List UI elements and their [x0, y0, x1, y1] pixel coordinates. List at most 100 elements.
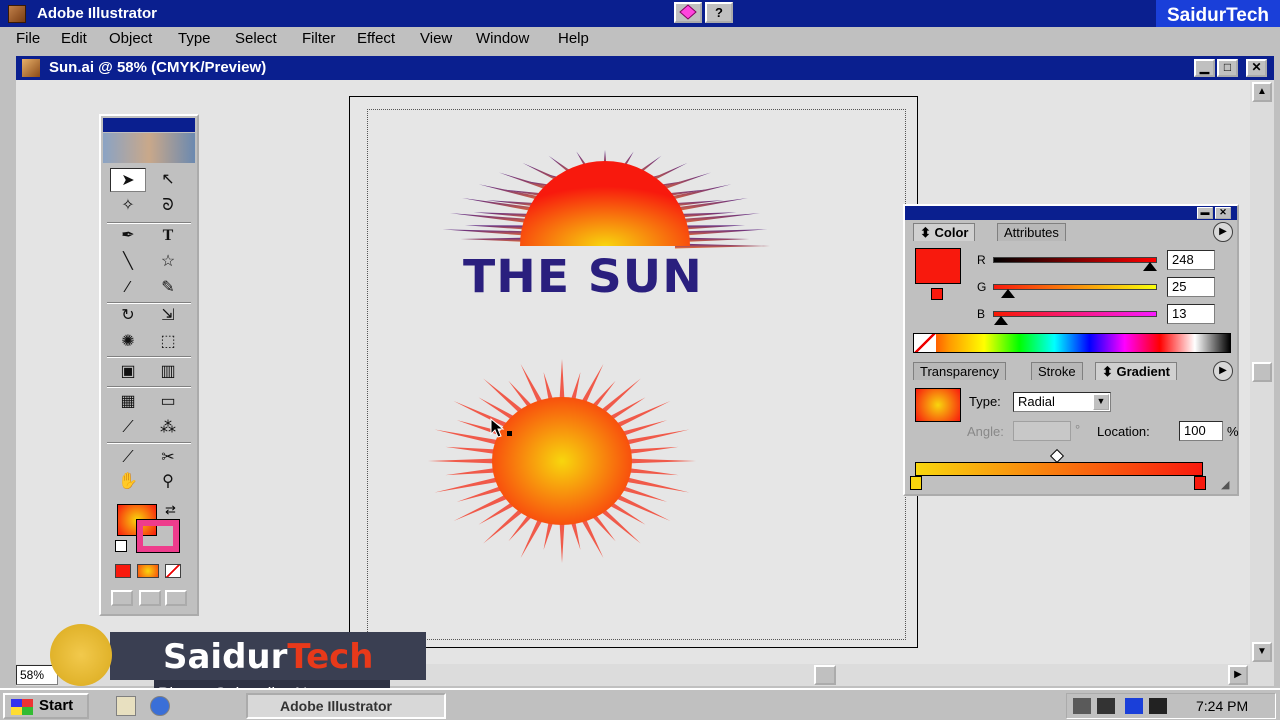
location-field[interactable]: 100 — [1179, 421, 1223, 441]
standard-screen-mode-icon[interactable] — [111, 590, 133, 606]
tab-transparency[interactable]: Transparency — [913, 362, 1006, 380]
scissors-tool-icon[interactable]: ✂ — [150, 446, 186, 470]
gradient-end-stop[interactable] — [1194, 476, 1206, 490]
current-color-swatch[interactable] — [915, 248, 961, 284]
minimize-button[interactable]: ▁ — [1194, 59, 1215, 77]
red-slider-thumb[interactable] — [1143, 262, 1157, 271]
out-of-gamut-warning-icon[interactable] — [931, 288, 943, 300]
eyedropper-tool-icon[interactable]: ⟋ — [110, 416, 146, 440]
quick-launch-desktop-icon[interactable] — [116, 696, 136, 716]
lasso-tool-icon[interactable]: ᘐ — [150, 194, 186, 218]
gradient-type-select[interactable]: Radial ▼ — [1013, 392, 1111, 412]
maximize-button[interactable]: □ — [1217, 59, 1238, 77]
swap-colors-icon[interactable]: ⇄ — [165, 502, 176, 518]
half-sun-artwork[interactable] — [440, 120, 770, 250]
gradient-midpoint-diamond[interactable] — [1049, 448, 1065, 464]
menu-filter[interactable]: Filter — [302, 30, 335, 47]
tab-color[interactable]: ⬍ Color — [913, 223, 976, 241]
type-tool-icon[interactable]: T — [150, 224, 186, 248]
green-slider-thumb[interactable] — [1001, 289, 1015, 298]
zoom-tool-icon[interactable]: ⚲ — [150, 470, 186, 494]
menu-view[interactable]: View — [420, 30, 452, 47]
slice-tool-icon[interactable]: ⟋ — [110, 446, 146, 470]
menu-window[interactable]: Window — [476, 30, 529, 47]
red-slider[interactable] — [993, 257, 1157, 263]
gradient-preview-swatch[interactable] — [915, 388, 961, 422]
menu-file[interactable]: File — [16, 30, 40, 47]
none-color-icon[interactable] — [914, 334, 936, 352]
gradient-tool-icon[interactable]: ▭ — [150, 390, 186, 414]
scroll-thumb[interactable] — [1252, 362, 1272, 382]
free-transform-tool-icon[interactable]: ⬚ — [150, 330, 186, 354]
stroke-swatch[interactable] — [136, 519, 180, 553]
vertical-scrollbar[interactable]: ▲ ▼ — [1250, 80, 1274, 664]
red-value-field[interactable]: 248 — [1167, 250, 1215, 270]
pen-tool-icon[interactable]: ✒ — [110, 224, 146, 248]
pencil-tool-icon[interactable]: ✎ — [150, 276, 186, 300]
menu-help[interactable]: Help — [558, 30, 589, 47]
selection-tool-icon[interactable]: ➤ — [110, 168, 146, 192]
mesh-tool-icon[interactable]: ▦ — [110, 390, 146, 414]
scroll-up-icon[interactable]: ▲ — [1252, 82, 1272, 102]
tray-utility-icon[interactable] — [1149, 698, 1167, 714]
gradient-start-stop[interactable] — [910, 476, 922, 490]
none-mode-icon[interactable] — [165, 564, 181, 578]
tab-attributes[interactable]: Attributes — [997, 223, 1066, 241]
chevron-down-icon[interactable]: ▼ — [1093, 394, 1109, 410]
hand-tool-icon[interactable]: ✋ — [110, 470, 146, 494]
blue-value-field[interactable]: 13 — [1167, 304, 1215, 324]
full-screen-mode-icon[interactable] — [165, 590, 187, 606]
panel-menu-icon[interactable]: ▶ — [1213, 222, 1233, 242]
symbol-sprayer-tool-icon[interactable]: ▣ — [110, 360, 146, 384]
default-colors-icon[interactable] — [115, 540, 127, 552]
toolbox-titlebar[interactable] — [103, 118, 195, 132]
color-mode-icon[interactable] — [115, 564, 131, 578]
input-method-icon[interactable] — [1125, 698, 1143, 714]
gradient-mode-icon[interactable] — [137, 564, 159, 578]
menu-type[interactable]: Type — [178, 30, 211, 47]
scale-tool-icon[interactable]: ⇲ — [150, 304, 186, 328]
blue-slider-thumb[interactable] — [994, 316, 1008, 325]
close-button[interactable]: ✕ — [1246, 59, 1267, 77]
star-tool-icon[interactable]: ☆ — [150, 250, 186, 274]
line-tool-icon[interactable]: ╲ — [110, 250, 146, 274]
direct-selection-tool-icon[interactable]: ↖ — [150, 168, 186, 192]
paintbrush-tool-icon[interactable]: ⁄ — [110, 276, 146, 300]
artwork-title[interactable]: THE SUN — [463, 250, 751, 303]
zoom-level-field[interactable]: 58% — [16, 665, 58, 685]
menu-edit[interactable]: Edit — [61, 30, 87, 47]
color-spectrum-ramp[interactable] — [913, 333, 1231, 353]
tab-gradient[interactable]: ⬍ Gradient — [1095, 362, 1177, 380]
graph-tool-icon[interactable]: ▥ — [150, 360, 186, 384]
magic-wand-tool-icon[interactable]: ✧ — [110, 194, 146, 218]
scroll-down-icon[interactable]: ▼ — [1252, 642, 1272, 662]
green-value-field[interactable]: 25 — [1167, 277, 1215, 297]
toolbox-toggle-button[interactable] — [674, 2, 702, 23]
panel-close-button[interactable]: ✕ — [1215, 207, 1231, 219]
angle-unit: ° — [1075, 422, 1081, 437]
taskbar-app-button[interactable]: Adobe Illustrator — [246, 693, 446, 719]
warp-tool-icon[interactable]: ✺ — [110, 330, 146, 354]
gradient-slider-bar[interactable] — [915, 462, 1203, 476]
tab-stroke[interactable]: Stroke — [1031, 362, 1083, 380]
help-button[interactable]: ? — [705, 2, 733, 23]
full-sun-artwork[interactable] — [425, 358, 700, 566]
network-icon[interactable] — [1073, 698, 1091, 714]
rotate-tool-icon[interactable]: ↻ — [110, 304, 146, 328]
blue-slider[interactable] — [993, 311, 1157, 317]
menu-object[interactable]: Object — [109, 30, 152, 47]
green-slider[interactable] — [993, 284, 1157, 290]
resize-grip-icon[interactable]: ◢ — [1221, 478, 1229, 491]
menu-select[interactable]: Select — [235, 30, 277, 47]
quick-launch-browser-icon[interactable] — [150, 696, 170, 716]
hscroll-thumb[interactable] — [814, 665, 836, 685]
volume-icon[interactable] — [1097, 698, 1115, 714]
start-button[interactable]: Start — [3, 693, 89, 719]
scroll-right-icon[interactable]: ▶ — [1228, 665, 1248, 685]
full-screen-menu-mode-icon[interactable] — [139, 590, 161, 606]
blend-tool-icon[interactable]: ⁂ — [150, 416, 186, 440]
gradient-panel-menu-icon[interactable]: ▶ — [1213, 361, 1233, 381]
panel-titlebar[interactable]: ▬ ✕ — [905, 206, 1237, 220]
menu-effect[interactable]: Effect — [357, 30, 395, 47]
panel-minimize-button[interactable]: ▬ — [1197, 207, 1213, 219]
